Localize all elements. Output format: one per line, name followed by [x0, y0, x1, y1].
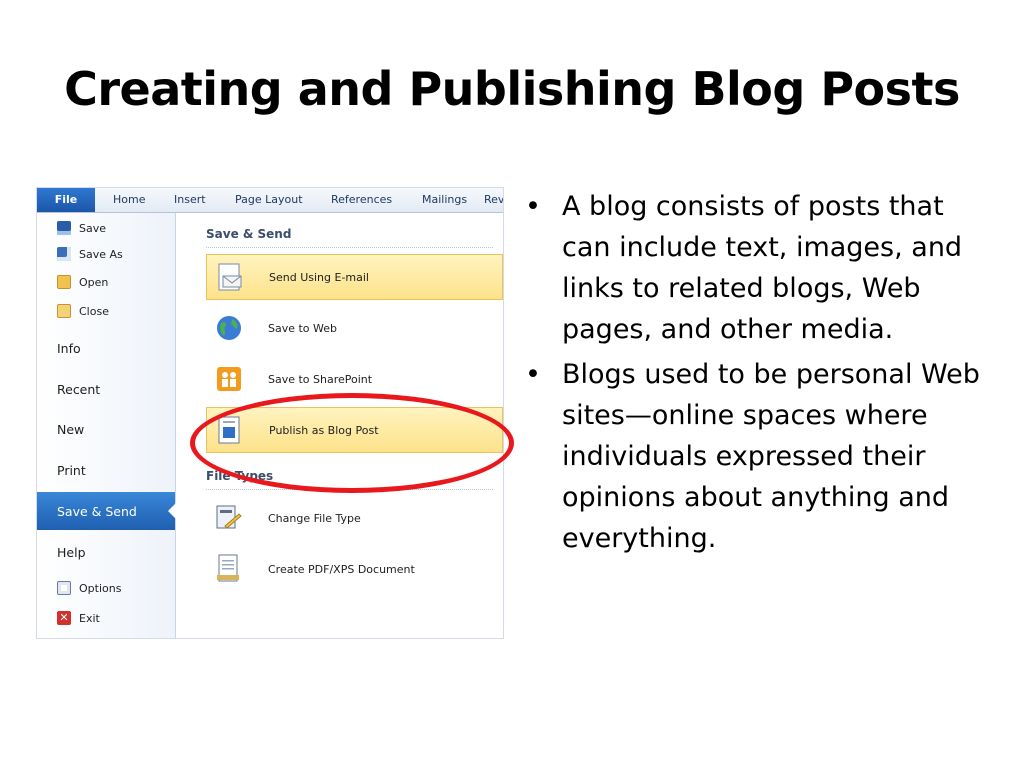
- menu-print[interactable]: Print: [37, 451, 175, 489]
- highlight-ellipse: [190, 393, 514, 493]
- menu-save-as[interactable]: Save As: [37, 241, 175, 267]
- option-create-pdf-xps[interactable]: Create PDF/XPS Document: [206, 546, 503, 592]
- menu-options[interactable]: Options: [37, 575, 175, 601]
- pdf-document-icon: [214, 554, 244, 584]
- active-pointer-arrow: [168, 503, 176, 519]
- tab-page-layout[interactable]: Page Layout: [235, 188, 303, 212]
- bullet-glyph: •: [525, 359, 541, 390]
- menu-exit-label: Exit: [79, 611, 100, 625]
- menu-options-label: Options: [79, 581, 122, 595]
- options-icon: [57, 581, 71, 595]
- option-save-to-web-label: Save to Web: [268, 321, 338, 335]
- menu-open[interactable]: Open: [37, 269, 175, 295]
- sharepoint-icon: [214, 364, 244, 394]
- bullet-item: • Blogs used to be personal Web sites—on…: [522, 354, 992, 559]
- tab-references[interactable]: References: [331, 188, 392, 212]
- save-icon: [57, 221, 71, 235]
- option-save-to-web[interactable]: Save to Web: [206, 305, 503, 351]
- menu-save-and-send[interactable]: Save & Send: [37, 492, 176, 530]
- bullet-text: Blogs used to be personal Web sites—onli…: [562, 359, 980, 554]
- save-send-heading: Save & Send: [206, 227, 292, 241]
- menu-help[interactable]: Help: [37, 533, 175, 571]
- option-send-using-email-label: Send Using E-mail: [269, 270, 369, 284]
- slide-title: Creating and Publishing Blog Posts: [64, 62, 960, 116]
- menu-new[interactable]: New: [37, 410, 175, 448]
- option-send-using-email[interactable]: Send Using E-mail: [206, 254, 503, 300]
- tab-insert[interactable]: Insert: [174, 188, 206, 212]
- change-file-type-icon: [214, 503, 244, 533]
- menu-close[interactable]: Close: [37, 298, 175, 324]
- bullet-glyph: •: [525, 191, 541, 222]
- menu-exit[interactable]: ✕ Exit: [37, 605, 175, 631]
- bullet-text: A blog consists of posts that can includ…: [562, 191, 963, 345]
- globe-icon: [214, 313, 244, 343]
- tab-file[interactable]: File: [37, 188, 95, 212]
- option-save-to-sharepoint-label: Save to SharePoint: [268, 372, 373, 386]
- close-folder-icon: [57, 304, 71, 318]
- menu-recent[interactable]: Recent: [37, 370, 175, 408]
- bullet-item: • A blog consists of posts that can incl…: [522, 186, 992, 350]
- bullet-list: • A blog consists of posts that can incl…: [522, 186, 992, 563]
- tab-mailings[interactable]: Mailings: [422, 188, 467, 212]
- email-icon: [215, 262, 245, 292]
- save-send-divider: [206, 247, 493, 248]
- menu-open-label: Open: [79, 275, 109, 289]
- ribbon-tab-bar: File Home Insert Page Layout References …: [37, 188, 503, 213]
- tab-home[interactable]: Home: [113, 188, 145, 212]
- open-folder-icon: [57, 275, 71, 289]
- backstage-menu: Save Save As Open Close Info Recent New …: [37, 213, 176, 638]
- menu-close-label: Close: [79, 304, 109, 318]
- menu-save-and-send-label: Save & Send: [57, 503, 137, 519]
- menu-save[interactable]: Save: [37, 215, 175, 241]
- option-change-file-type[interactable]: Change File Type: [206, 495, 503, 541]
- menu-save-as-label: Save As: [79, 247, 123, 261]
- option-change-file-type-label: Change File Type: [268, 511, 361, 525]
- tab-review[interactable]: Rev: [484, 188, 503, 212]
- menu-info[interactable]: Info: [37, 329, 175, 367]
- menu-save-label: Save: [79, 221, 107, 235]
- save-as-icon: [57, 247, 71, 261]
- exit-icon: ✕: [57, 611, 71, 625]
- option-create-pdf-xps-label: Create PDF/XPS Document: [268, 562, 415, 576]
